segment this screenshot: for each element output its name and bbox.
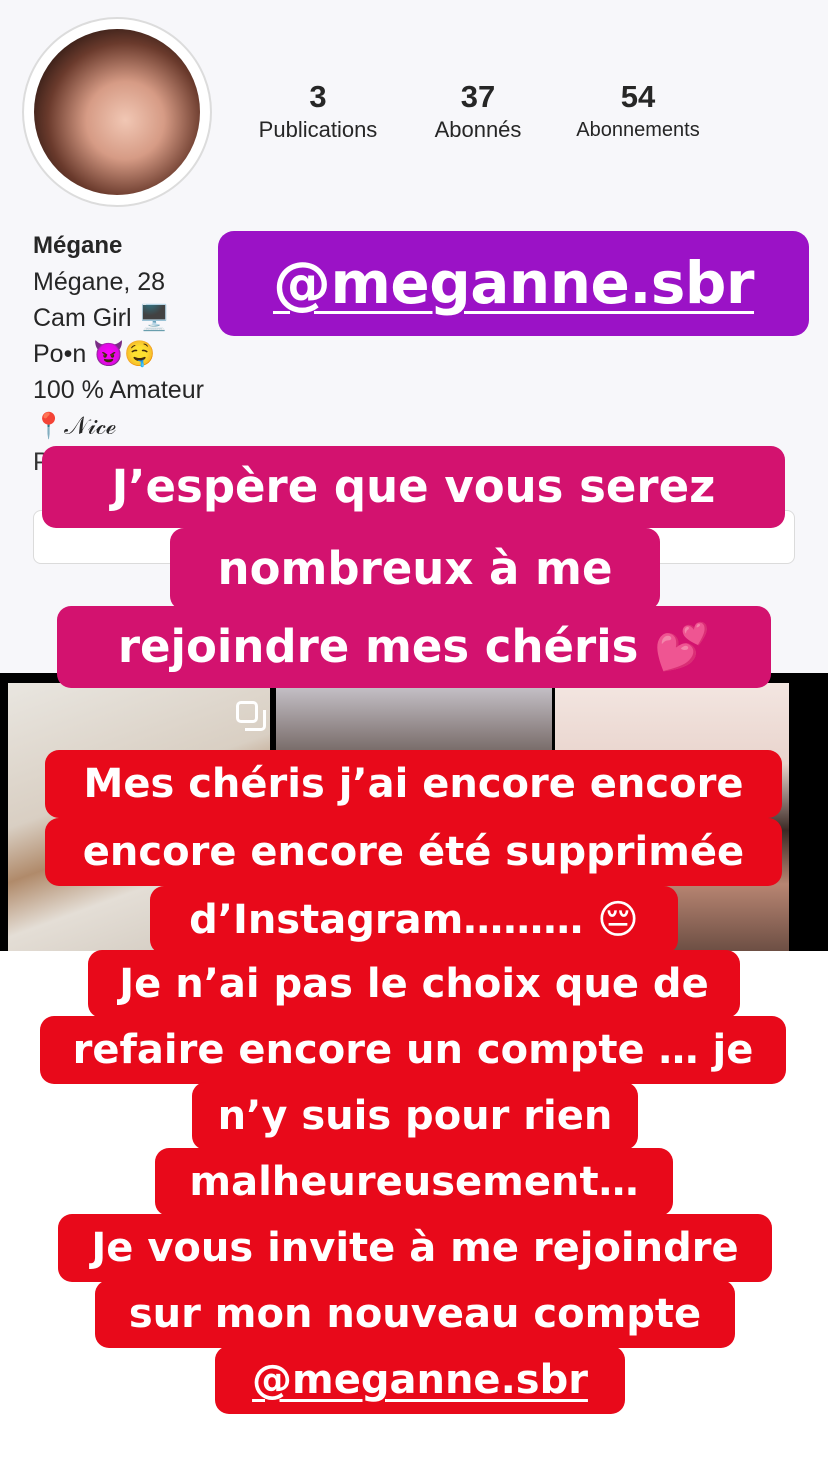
story-text-line: refaire encore un compte … je	[40, 1016, 786, 1084]
story-caption-line: nombreux à me	[170, 528, 660, 610]
profile-bio: Mégane Mégane, 28 Cam Girl 🖥️ Po•n 😈🤤 10…	[33, 228, 204, 480]
story-text-line: n’y suis pour rien	[192, 1082, 638, 1150]
story-text-line: sur mon nouveau compte	[95, 1280, 735, 1348]
profile-name: Mégane	[33, 232, 123, 259]
stat-label: Abonnements	[576, 119, 700, 141]
stat-label: Abonnés	[434, 117, 522, 142]
handle-mention[interactable]: @meganne.sbr	[218, 231, 809, 336]
bio-line: Mégane, 28	[33, 268, 166, 296]
bio-line: Cam Girl 🖥️	[33, 304, 170, 332]
stat-publications[interactable]: 3 Publications	[243, 78, 393, 144]
stat-followers[interactable]: 37 Abonnés	[408, 78, 548, 144]
carousel-icon	[236, 701, 266, 731]
stat-value: 3	[309, 79, 327, 114]
stat-value: 54	[620, 79, 656, 114]
bio-line: 100 % Amateur	[33, 376, 204, 404]
story-mention-line[interactable]: @meganne.sbr	[215, 1346, 625, 1414]
bio-line: Po•n 😈🤤	[33, 340, 156, 368]
stat-following[interactable]: 54 Abonnements	[560, 78, 716, 144]
bio-line: 📍𝒩𝒾𝒸ℯ	[33, 412, 116, 440]
stat-label: Publications	[258, 117, 378, 142]
stat-value: 37	[460, 79, 496, 114]
story-caption-line: rejoindre mes chéris 💕	[57, 606, 771, 688]
story-text-line: Je n’ai pas le choix que de	[88, 950, 740, 1018]
story-text-line: encore encore été supprimée	[45, 818, 782, 886]
story-caption-line: J’espère que vous serez	[42, 446, 785, 528]
story-text-line: Je vous invite à me rejoindre	[58, 1214, 772, 1282]
handle-sticker[interactable]: @meganne.sbr	[218, 231, 809, 336]
avatar-photo	[34, 29, 200, 195]
story-text-line: malheureusement…	[155, 1148, 673, 1216]
story-text-line: Mes chéris j’ai encore encore	[45, 750, 782, 818]
story-text-line: d’Instagram……… 😔	[150, 886, 678, 954]
avatar[interactable]	[22, 17, 212, 207]
